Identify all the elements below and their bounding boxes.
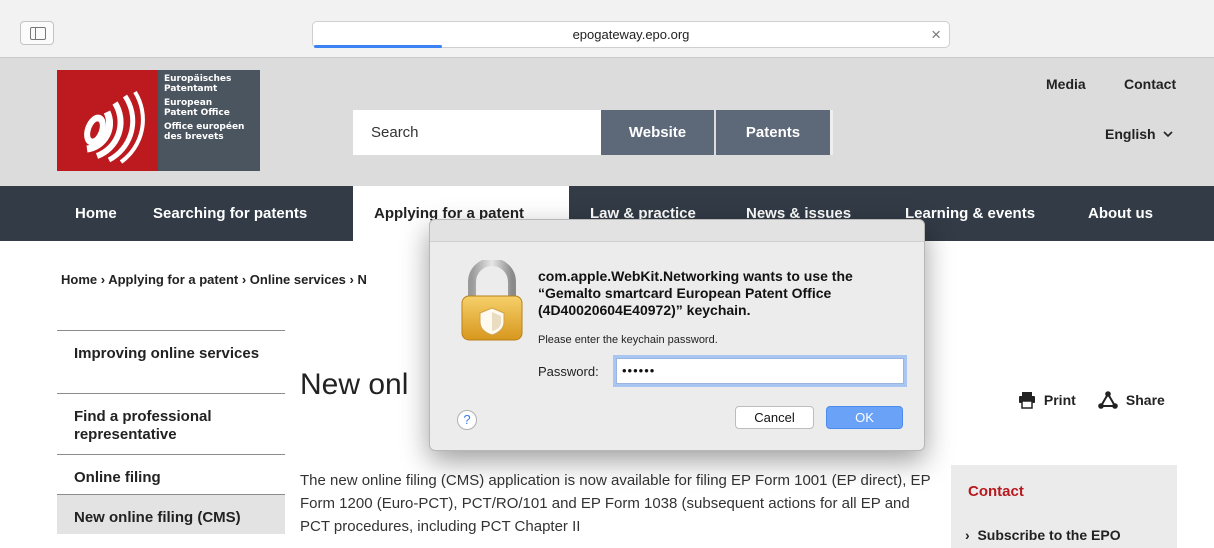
keychain-lock-icon — [461, 260, 523, 341]
nav-about-us[interactable]: About us — [1088, 186, 1153, 241]
subscribe-link[interactable]: › Subscribe to the EPO — [965, 527, 1121, 543]
print-button[interactable]: Print — [1018, 391, 1076, 409]
logo-line-de-1: Europäisches — [164, 74, 232, 84]
print-icon — [1019, 392, 1035, 409]
breadcrumb-home[interactable]: Home — [61, 272, 97, 287]
sidebar-item-find-a-professional-representative[interactable]: Find a professional representative — [57, 393, 285, 454]
url-text: epogateway.epo.org — [572, 27, 690, 42]
logo-line-en-1: European — [164, 98, 213, 108]
password-field[interactable]: •••••• — [616, 358, 904, 384]
keychain-password-dialog: com.apple.WebKit.Networking wants to use… — [429, 219, 925, 451]
breadcrumb-separator: › — [349, 272, 358, 287]
dialog-message: com.apple.WebKit.Networking wants to use… — [538, 268, 853, 318]
nav-searching-for-patents[interactable]: Searching for patents — [153, 186, 307, 241]
breadcrumb: Home › Applying for a patent › Online se… — [61, 272, 367, 287]
address-bar[interactable]: epogateway.epo.org × — [312, 21, 950, 48]
contact-panel: Contact › Subscribe to the EPO — [951, 465, 1177, 548]
breadcrumb-online-services[interactable]: Online services — [250, 272, 346, 287]
share-button[interactable]: Share — [1098, 391, 1165, 409]
site-header: Europäisches Patentamt European Patent Off… — [0, 58, 1214, 186]
browser-toolbar: epogateway.epo.org × — [0, 0, 1214, 58]
contact-link[interactable]: Contact — [1124, 76, 1176, 92]
cancel-button[interactable]: Cancel — [735, 406, 814, 429]
dialog-info-text: Please enter the keychain password. — [538, 334, 718, 346]
close-icon[interactable]: × — [931, 22, 941, 47]
breadcrumb-separator: › — [241, 272, 250, 287]
print-label: Print — [1043, 392, 1076, 408]
search-patents-button[interactable]: Patents — [716, 110, 830, 155]
subscribe-link-label: Subscribe to the EPO — [977, 527, 1121, 543]
page-title: New onl — [300, 368, 409, 401]
language-selector[interactable]: English — [1105, 126, 1174, 142]
logo-line-en-2: Patent Office — [164, 108, 230, 118]
nav-home[interactable]: Home — [75, 186, 117, 241]
search-input[interactable]: Search — [353, 110, 601, 155]
search-website-button[interactable]: Website — [601, 110, 714, 155]
media-link[interactable]: Media — [1046, 76, 1086, 92]
breadcrumb-applying[interactable]: Applying for a patent — [108, 272, 238, 287]
breadcrumb-current[interactable]: N — [358, 272, 367, 287]
search-edge — [830, 110, 833, 155]
epo-logo-mark — [57, 70, 158, 171]
logo-line-de-2: Patentamt — [164, 84, 218, 94]
ok-button[interactable]: OK — [826, 406, 903, 429]
chevron-down-icon — [1163, 131, 1174, 138]
dialog-titlebar — [430, 220, 924, 242]
help-button[interactable]: ? — [457, 410, 477, 430]
share-icon — [1098, 391, 1118, 409]
sidebar-item-online-filing[interactable]: Online filing — [57, 454, 285, 494]
language-label: English — [1105, 126, 1156, 142]
sidebar-item-improving-online-services[interactable]: Improving online services — [57, 330, 285, 393]
chevron-right-icon: › — [965, 527, 978, 543]
epo-logo-text: Europäisches Patentamt European Patent Off… — [164, 74, 260, 146]
contact-panel-title: Contact — [968, 483, 1024, 500]
logo-line-fr-1: Office européen — [164, 122, 245, 132]
section-sidebar: Improving online services Find a profess… — [57, 330, 285, 534]
sidebar-toggle-button[interactable] — [20, 21, 54, 45]
password-label: Password: — [538, 364, 599, 379]
logo-line-fr-2: des brevets — [164, 132, 224, 142]
intro-paragraph: The new online filing (CMS) application … — [300, 472, 931, 535]
sidebar-item-new-online-filing-cms[interactable]: New online filing (CMS) — [57, 494, 285, 534]
epo-logo[interactable]: Europäisches Patentamt European Patent Off… — [57, 70, 260, 171]
sidebar-icon — [30, 27, 46, 40]
page-load-progress — [314, 45, 442, 48]
share-label: Share — [1125, 392, 1165, 408]
